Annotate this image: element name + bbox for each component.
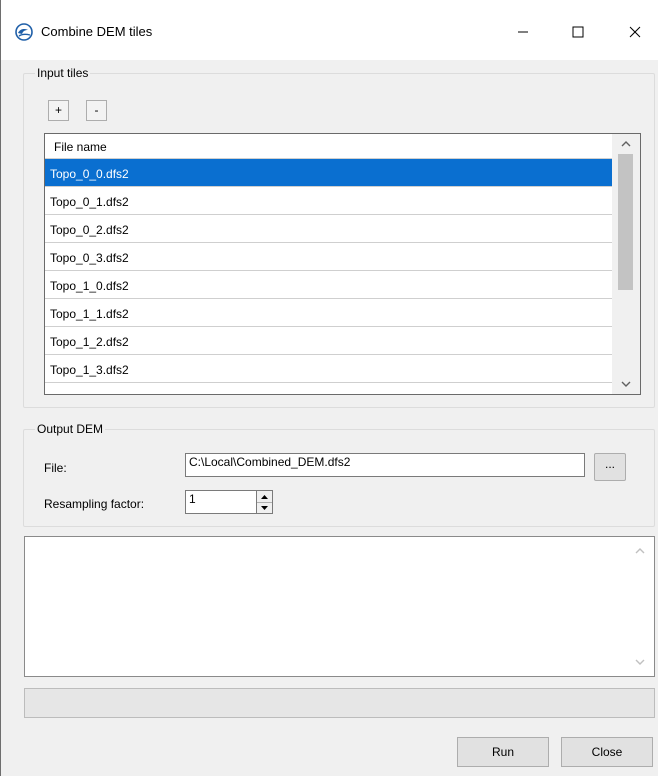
tiles-grid[interactable]: File name Topo_0_0.dfs2 Topo_0_1.dfs2 To… [44, 133, 641, 395]
file-name-cell: Topo_1_0.dfs2 [50, 279, 129, 293]
grid-header[interactable]: File name [45, 134, 612, 159]
dhi-wave-icon [15, 23, 33, 41]
table-row[interactable]: Topo_0_0.dfs2 [45, 159, 612, 187]
table-row[interactable]: Topo_1_1.dfs2 [45, 299, 612, 327]
maximize-button[interactable] [556, 14, 600, 50]
progress-bar [24, 688, 655, 718]
output-file-field[interactable]: C:\Local\Combined_DEM.dfs2 [185, 453, 585, 477]
triangle-up-icon [261, 494, 268, 499]
file-name-cell: Topo_1_1.dfs2 [50, 307, 129, 321]
run-button[interactable]: Run [457, 737, 549, 767]
log-scroll-up-button[interactable] [626, 541, 654, 561]
scroll-thumb[interactable] [618, 154, 633, 290]
add-tile-button[interactable]: + [48, 100, 69, 121]
table-row[interactable]: Topo_0_3.dfs2 [45, 243, 612, 271]
close-icon [629, 26, 641, 38]
log-scroll-down-button[interactable] [626, 652, 654, 672]
maximize-icon [572, 26, 584, 38]
table-row[interactable]: Topo_1_0.dfs2 [45, 271, 612, 299]
grid-vertical-scrollbar[interactable] [612, 134, 640, 394]
log-textbox[interactable] [24, 536, 655, 677]
table-row[interactable]: Topo_1_3.dfs2 [45, 355, 612, 383]
chevron-up-icon [621, 141, 631, 147]
scroll-down-button[interactable] [612, 374, 640, 394]
file-name-cell: Topo_1_2.dfs2 [50, 335, 129, 349]
input-tiles-group-title: Input tiles [35, 66, 91, 80]
chevron-down-icon [621, 381, 631, 387]
stepper-up-button[interactable] [257, 491, 272, 502]
browse-button[interactable]: ... [594, 453, 626, 481]
title-bar[interactable]: Combine DEM tiles [1, 0, 658, 60]
output-dem-group-title: Output DEM [35, 422, 106, 436]
resampling-factor-label: Resampling factor: [44, 497, 145, 511]
close-window-button[interactable] [613, 14, 657, 50]
combine-dem-dialog: Combine DEM tiles Input tiles + - File n… [0, 0, 658, 776]
minimize-button[interactable] [501, 14, 545, 50]
output-dem-group [23, 429, 655, 527]
tiles-grid-rows: Topo_0_0.dfs2 Topo_0_1.dfs2 Topo_0_2.dfs… [45, 159, 612, 383]
close-button[interactable]: Close [561, 737, 653, 767]
file-name-cell: Topo_0_0.dfs2 [50, 167, 129, 181]
minimize-icon [518, 31, 528, 33]
file-name-cell: Topo_0_1.dfs2 [50, 195, 129, 209]
stepper-down-button[interactable] [257, 502, 272, 513]
table-row[interactable]: Topo_0_1.dfs2 [45, 187, 612, 215]
file-name-cell: Topo_0_2.dfs2 [50, 223, 129, 237]
file-label: File: [44, 461, 67, 475]
triangle-down-icon [261, 506, 268, 510]
table-row[interactable]: Topo_1_2.dfs2 [45, 327, 612, 355]
file-name-cell: Topo_1_3.dfs2 [50, 363, 129, 377]
remove-tile-button[interactable]: - [86, 100, 107, 121]
scroll-up-button[interactable] [612, 134, 640, 154]
table-row[interactable]: Topo_0_2.dfs2 [45, 215, 612, 243]
chevron-down-icon [635, 659, 645, 665]
chevron-up-icon [635, 548, 645, 554]
file-name-column-header: File name [54, 140, 107, 154]
log-vertical-scrollbar[interactable] [626, 537, 654, 676]
resampling-factor-input[interactable]: 1 [185, 490, 257, 514]
window-title: Combine DEM tiles [41, 24, 153, 39]
file-name-cell: Topo_0_3.dfs2 [50, 251, 129, 265]
resampling-factor-stepper[interactable] [256, 490, 273, 514]
